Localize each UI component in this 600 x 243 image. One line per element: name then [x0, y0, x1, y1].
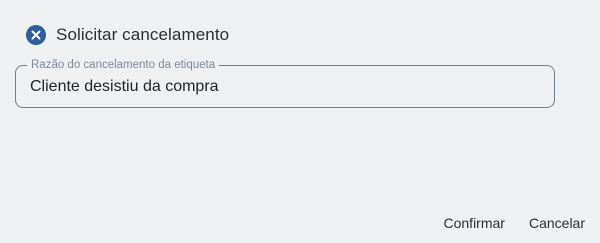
close-circle-icon[interactable] — [26, 25, 46, 45]
dialog-header: Solicitar cancelamento — [26, 24, 229, 46]
cancellation-reason-field[interactable]: Razão do cancelamento da etiqueta — [15, 57, 555, 108]
confirm-button[interactable]: Confirmar — [444, 214, 505, 232]
cancellation-reason-input[interactable] — [30, 66, 530, 107]
dialog-actions: Confirmar Cancelar — [444, 214, 586, 232]
cancel-request-dialog: Solicitar cancelamento Razão do cancelam… — [0, 0, 600, 243]
dialog-title: Solicitar cancelamento — [56, 25, 230, 44]
cancel-button[interactable]: Cancelar — [529, 214, 585, 232]
